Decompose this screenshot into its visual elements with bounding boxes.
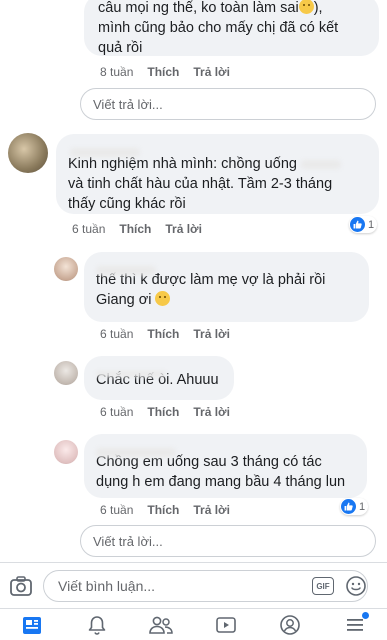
reaction-count[interactable]: 1 [349,216,378,233]
redacted-text [300,159,341,169]
comment-text: ), [313,0,323,16]
bottom-nav [0,608,387,640]
comment-time: 6 tuần [72,222,106,236]
watch-icon [215,616,236,633]
comment-meta: 6 tuần Thích Trả lời [72,222,202,236]
reply-button[interactable]: Trả lời [193,65,230,79]
emoji-icon[interactable] [345,575,367,597]
comment-text: câu mọi ng thế, ko toàn làm sai [98,0,299,16]
reply-button[interactable]: Trả lời [165,222,202,236]
nav-watch[interactable] [206,610,246,640]
avatar[interactable] [54,440,78,464]
nav-news-feed[interactable] [12,610,52,640]
comment-text: thấy cũng khác rồi [68,196,186,212]
comment-meta: 6 tuần Thích Trả lời [100,405,230,419]
blush-emoji-icon [298,0,314,14]
comment-composer: Viết bình luận... GIF [0,562,387,608]
comment-meta: 8 tuần Thích Trả lời [100,65,230,79]
like-button[interactable]: Thích [147,65,179,79]
reply-input[interactable]: Viết trả lời... [80,525,376,557]
comment-text: và tinh chất hàu của nhật. Tầm 2-3 tháng [68,176,333,192]
comment-time: 8 tuần [100,65,134,79]
author-name [70,147,140,157]
reaction-count[interactable]: 1 [340,498,369,515]
avatar[interactable] [54,257,78,281]
notification-dot [361,611,369,619]
comment-time: 6 tuần [100,327,134,341]
comment-meta: 6 tuần Thích Trả lời [100,327,230,341]
comment-bubble: câu mọi ng thế, ko toàn làm sai), mình c… [84,0,379,56]
comment-text: mình cũng bảo cho mấy chị đã có kết [98,20,339,36]
gif-icon[interactable]: GIF [312,577,334,595]
author-name [96,447,176,457]
nav-menu[interactable] [335,610,375,640]
comment-bubble: Chồng em uống sau 3 tháng có tác dụng h … [84,434,367,498]
profile-icon [280,614,301,635]
comment-meta: 6 tuần Thích Trả lời [100,503,230,517]
comment-time: 6 tuần [100,503,134,517]
nav-profile[interactable] [270,610,310,640]
reply-button[interactable]: Trả lời [193,405,230,419]
bell-icon [88,615,106,635]
comment-time: 6 tuần [100,405,134,419]
comment-text: quả rồi [98,40,143,56]
camera-icon[interactable] [9,575,33,597]
comment-text: Giang ơi [96,292,152,308]
like-icon [350,217,365,232]
like-button[interactable]: Thích [147,405,179,419]
reply-button[interactable]: Trả lời [193,327,230,341]
avatar[interactable] [8,133,48,173]
reply-button[interactable]: Trả lời [193,503,230,517]
author-name [96,371,166,378]
like-button[interactable]: Thích [147,327,179,341]
comment-bubble: Chắc thế òi. Ahuuu [84,356,234,400]
like-button[interactable]: Thích [147,503,179,517]
news-feed-icon [23,616,42,634]
reply-input[interactable]: Viết trả lời... [80,88,376,120]
comment-bubble: Kinh nghiệm nhà mình: chồng uống và tinh… [56,134,379,214]
like-icon [341,499,356,514]
comment-bubble: thế thì k được làm mẹ vợ là phải rồi Gia… [84,252,369,322]
avatar[interactable] [54,361,78,385]
nav-friends[interactable] [141,610,181,640]
like-button[interactable]: Thích [119,222,151,236]
author-name [96,265,156,275]
comment-text: dụng h em đang mang bầu 4 tháng lun [96,474,346,490]
nav-notifications[interactable] [77,610,117,640]
smile-emoji-icon [155,291,171,306]
friends-icon [149,616,174,634]
comment-text: Kinh nghiệm nhà mình: chồng uống [68,156,297,172]
